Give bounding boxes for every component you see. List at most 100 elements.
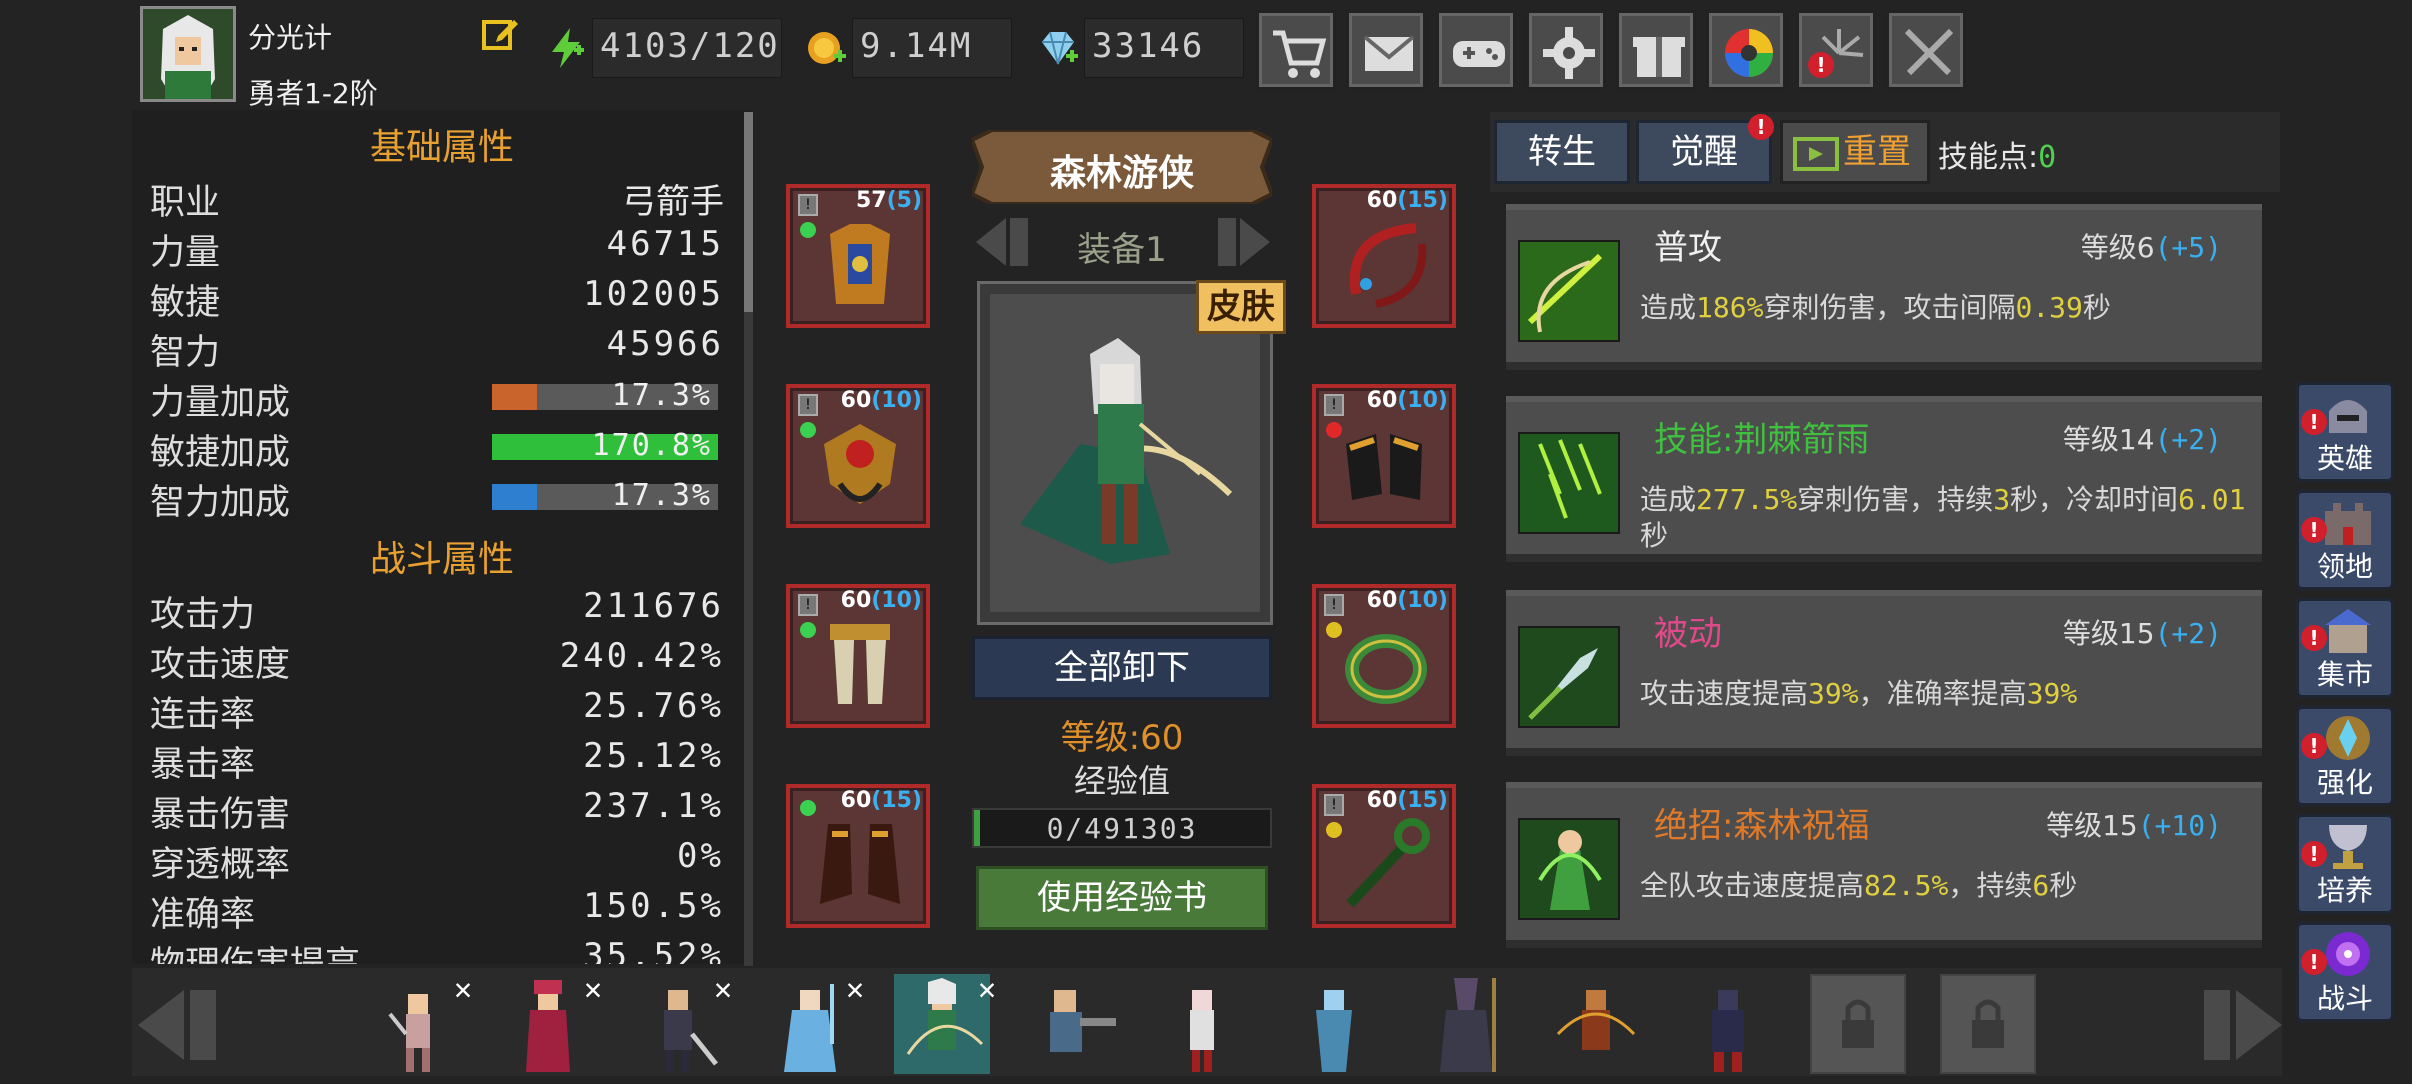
energy-bolt-icon [544, 26, 588, 70]
player-avatar-portrait [143, 9, 233, 99]
skill-card-passive[interactable]: 被动 等级15(+2) 攻击速度提高39%，准确率提高39% [1506, 590, 2262, 756]
player-rank: 勇者1-2阶 [248, 77, 378, 110]
next-set-arrow-icon[interactable] [1210, 212, 1280, 272]
skill-desc-text: 秒 [2049, 869, 2078, 902]
skill-card-basic-attack[interactable]: 普攻 等级6(+5) 造成186%穿刺伤害，攻击间隔0.39秒 [1506, 204, 2262, 370]
side-nav-cultivate[interactable]: ! 培养 [2296, 814, 2394, 914]
skill-desc-text: 秒 [2082, 291, 2111, 324]
skill-desc-text: 造成 [1640, 483, 1697, 516]
equip-slot-bow[interactable]: 60(15) [1312, 184, 1456, 328]
skin-button[interactable]: 皮肤 [1196, 280, 1286, 334]
slot-level-bonus: (15) [871, 788, 922, 813]
strength-bonus-bar: 17.3% [492, 378, 718, 413]
attributes-scroll-thumb[interactable] [744, 112, 753, 312]
gamepad-button[interactable] [1436, 10, 1516, 90]
roster-hero-archer-red[interactable] [1548, 974, 1644, 1074]
staff-icon [1346, 818, 1430, 908]
roster-hero-sorceress[interactable]: ✕ [500, 972, 602, 1074]
skill-desc-value: 39% [1808, 677, 1859, 710]
roster-hero-warlock[interactable] [1418, 974, 1514, 1074]
skill-level-number: 等级14 [2062, 423, 2155, 456]
skill-card-forest-blessing[interactable]: 绝招:森林祝福 等级15(+10) 全队攻击速度提高82.5%，持续6秒 [1506, 782, 2262, 948]
roster-hero-ice-mage[interactable]: ✕ [762, 972, 864, 1074]
equip-slot-gloves[interactable]: ! 60(10) [1312, 384, 1456, 528]
gift-button[interactable] [1616, 10, 1696, 90]
side-nav-market[interactable]: ! 集市 [2296, 598, 2394, 698]
roster-hero-frost-spirit[interactable] [1286, 974, 1382, 1074]
hero-level: 等级:60 [1060, 718, 1184, 758]
equip-slot-staff[interactable]: ! 60(15) [1312, 784, 1456, 928]
shop-cart-button[interactable] [1256, 10, 1336, 90]
skill-desc-value: 6 [2032, 869, 2050, 902]
side-nav-battle[interactable]: ! 战斗 [2296, 922, 2394, 1022]
side-nav-hero[interactable]: ! 英雄 [2296, 382, 2394, 482]
skill-desc-text: 秒，冷却时间 [2010, 483, 2179, 516]
skill-level: 等级6(+5) [2081, 226, 2222, 266]
slot-level: 60(10) [1367, 588, 1448, 613]
side-nav-territory[interactable]: ! 领地 [2296, 490, 2394, 590]
stat-label-strength-bonus: 力量加成 [150, 383, 291, 423]
settings-button[interactable] [1526, 10, 1606, 90]
roster-hero-assassin[interactable] [1154, 974, 1250, 1074]
stat-value-physical-damage: 35.52% [583, 936, 724, 964]
stat-label-attack-speed: 攻击速度 [150, 645, 291, 685]
stat-label-physical-damage: 物理伤害提高 [150, 936, 360, 964]
roster-next-arrow-icon[interactable] [2196, 984, 2286, 1066]
side-nav-enhance[interactable]: ! 强化 [2296, 706, 2394, 806]
equip-slot-armor[interactable]: ! 57(5) [786, 184, 930, 328]
equip-slot-ring[interactable]: ! 60(10) [1312, 584, 1456, 728]
roster-hero-locked-1[interactable] [1810, 974, 1906, 1074]
unequip-all-button[interactable]: 全部卸下 [972, 636, 1272, 700]
crossed-swords-icon [1904, 28, 1954, 76]
tab-rebirth[interactable]: 转生 [1494, 120, 1630, 184]
roster-hero-locked-2[interactable] [1940, 974, 2036, 1074]
slot-level-bonus: (10) [871, 388, 922, 413]
skill-desc-text: 造成 [1640, 291, 1697, 324]
skill-desc-value: 3 [1993, 483, 2011, 516]
settings-gear-icon [1543, 27, 1595, 79]
skill-level-bonus: (+2) [2154, 617, 2222, 650]
ring-icon [1345, 634, 1427, 704]
skill-description: 造成277.5%穿刺伤害，持续3秒，冷却时间6.01 秒 [1640, 482, 2250, 554]
roster-hero-dark-knight[interactable] [1680, 974, 1776, 1074]
skill-card-thorn-arrow-rain[interactable]: 技能:荆棘箭雨 等级14(+2) 造成277.5%穿刺伤害，持续3秒，冷却时间6… [1506, 396, 2262, 562]
side-nav-label: 领地 [2316, 550, 2373, 583]
roster-hero-gunner[interactable] [1024, 974, 1120, 1074]
reset-skills-button[interactable]: 重置 [1780, 120, 1930, 184]
shop-cart-icon [1273, 30, 1327, 78]
equip-slot-leggings[interactable]: ! 60(10) [786, 584, 930, 728]
equipment-set-label: 装备1 [1077, 230, 1167, 270]
slot-level: 60(10) [841, 588, 922, 613]
color-wheel-icon [1725, 29, 1773, 77]
fireworks-button[interactable] [1796, 10, 1876, 90]
roster-hero-swordsman[interactable]: ✕ [630, 972, 732, 1074]
agility-bonus-value: 170.8% [591, 428, 712, 463]
use-xp-book-button[interactable]: 使用经验书 [976, 866, 1268, 930]
stat-value-attack: 211676 [583, 586, 724, 626]
player-avatar[interactable] [140, 6, 236, 102]
slot-level: 60(15) [1367, 188, 1448, 213]
stat-value-strength: 46715 [606, 224, 724, 264]
skill-level: 等级15(+10) [2046, 804, 2222, 844]
mail-icon [1363, 35, 1415, 71]
awaken-alert-badge: ! [1748, 114, 1774, 140]
mail-button[interactable] [1346, 10, 1426, 90]
equip-slot-amulet[interactable]: ! 60(10) [786, 384, 930, 528]
bow-icon [1349, 223, 1427, 308]
battle-swords-button[interactable] [1886, 10, 1966, 90]
roster-prev-arrow-icon[interactable] [134, 984, 224, 1066]
gift-icon [1633, 37, 1685, 77]
roster-hero-amazon[interactable]: ✕ [370, 972, 472, 1074]
prev-set-arrow-icon[interactable] [966, 212, 1036, 272]
color-wheel-button[interactable] [1706, 10, 1786, 90]
class-name: 森林游侠 [1049, 153, 1194, 194]
battle-alert-badge: ! [2301, 949, 2327, 975]
skill-level: 等级15(+2) [2063, 612, 2222, 652]
skill-level-bonus: (+5) [2154, 231, 2222, 264]
edit-name-icon[interactable] [480, 14, 520, 54]
equip-slot-boots[interactable]: 60(15) [786, 784, 930, 928]
skill-desc-value: 277.5% [1696, 483, 1798, 516]
castle-icon [2325, 503, 2371, 545]
roster-hero-forest-ranger[interactable]: ✕ [894, 972, 996, 1074]
skill-forest-blessing-icon [1518, 818, 1620, 920]
